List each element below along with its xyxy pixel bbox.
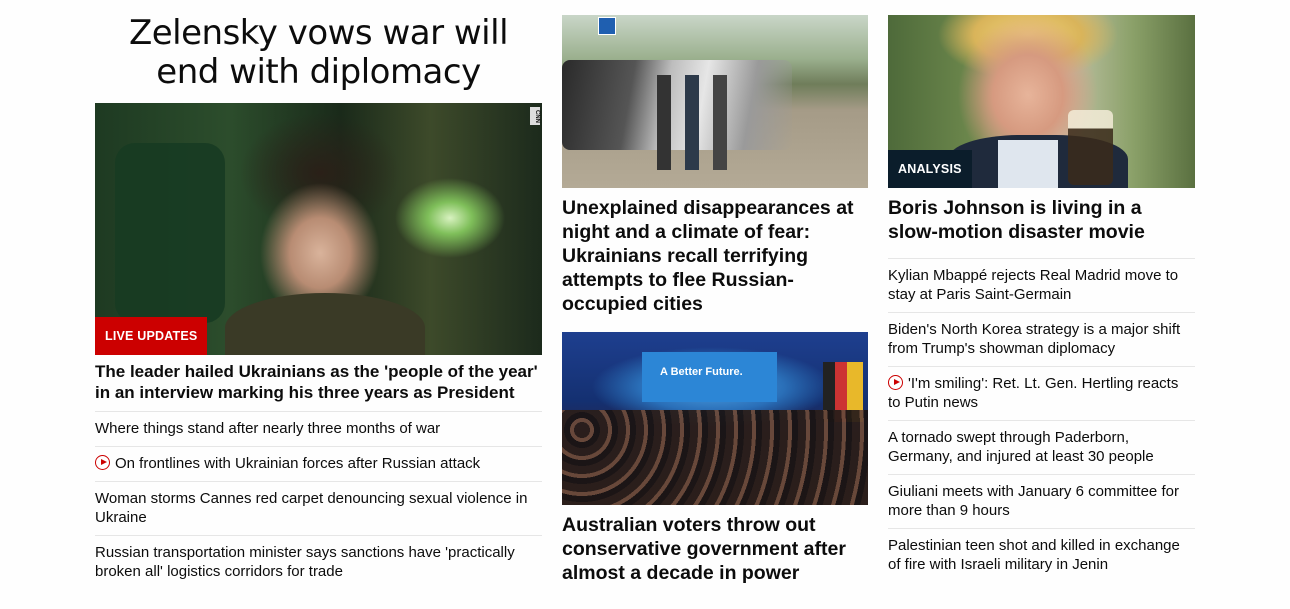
cnn-watermark: CNN (530, 107, 540, 125)
image-crowd-shape (562, 410, 868, 505)
related-link-text: Biden's North Korea strategy is a major … (888, 321, 1181, 357)
analysis-badge[interactable]: ANALYSIS (888, 150, 972, 188)
related-link-text: 'I'm smiling': Ret. Lt. Gen. Hertling re… (888, 375, 1179, 411)
main-headline[interactable]: Zelensky vows war will end with diplomac… (95, 14, 542, 102)
related-link-text: Kylian Mbappé rejects Real Madrid move t… (888, 267, 1179, 303)
related-link[interactable]: Palestinian teen shot and killed in exch… (888, 529, 1195, 582)
related-link[interactable]: Kylian Mbappé rejects Real Madrid move t… (888, 259, 1195, 313)
related-link-video[interactable]: 'I'm smiling': Ret. Lt. Gen. Hertling re… (888, 367, 1195, 421)
related-link[interactable]: Giuliani meets with January 6 committee … (888, 475, 1195, 529)
image-people-shape (657, 75, 727, 170)
rally-screen-text: A Better Future. (660, 366, 743, 378)
related-link[interactable]: Biden's North Korea strategy is a major … (888, 313, 1195, 367)
zelensky-image[interactable]: CNN LIVE UPDATES (95, 103, 542, 355)
related-link[interactable]: Russian transportation minister says san… (95, 536, 542, 589)
image-chair-shape (115, 143, 225, 323)
related-link-text: Palestinian teen shot and killed in exch… (888, 537, 1180, 573)
australia-story-title[interactable]: Australian voters throw out conservative… (562, 505, 868, 585)
related-link-text: On frontlines with Ukrainian forces afte… (115, 455, 481, 472)
image-road-sign-shape (598, 17, 616, 35)
main-lede[interactable]: The leader hailed Ukrainians as the 'peo… (95, 355, 542, 412)
live-updates-badge[interactable]: LIVE UPDATES (95, 317, 208, 355)
ukraine-story-title[interactable]: Unexplained disappearances at night and … (562, 188, 868, 316)
related-link-text: Woman storms Cannes red carpet denouncin… (95, 490, 528, 526)
related-link-text: Where things stand after nearly three mo… (95, 420, 441, 437)
main-related-links: Where things stand after nearly three mo… (95, 412, 542, 589)
main-story-column: Zelensky vows war will end with diplomac… (95, 0, 542, 589)
image-shirt-shape (998, 140, 1058, 188)
middle-column: Unexplained disappearances at night and … (562, 0, 868, 585)
boris-johnson-image[interactable]: ANALYSIS (888, 15, 1195, 188)
image-shirt-shape (225, 293, 425, 355)
right-column: ANALYSIS Boris Johnson is living in a sl… (888, 0, 1195, 582)
related-link-text: Russian transportation minister says san… (95, 544, 515, 580)
australia-rally-image[interactable]: A Better Future. (562, 332, 868, 505)
boris-story-title[interactable]: Boris Johnson is living in a slow-motion… (888, 188, 1195, 252)
play-icon (95, 455, 110, 470)
related-link[interactable]: A tornado swept through Paderborn, Germa… (888, 421, 1195, 475)
related-link-text: Giuliani meets with January 6 committee … (888, 483, 1179, 519)
ukraine-road-image[interactable] (562, 15, 868, 188)
play-icon (888, 375, 903, 390)
image-glass-shape (1068, 110, 1113, 185)
rally-screen: A Better Future. (642, 352, 777, 402)
related-link[interactable]: Woman storms Cannes red carpet denouncin… (95, 482, 542, 536)
right-related-links: Kylian Mbappé rejects Real Madrid move t… (888, 258, 1195, 582)
related-link[interactable]: Where things stand after nearly three mo… (95, 412, 542, 447)
related-link-text: A tornado swept through Paderborn, Germa… (888, 429, 1154, 465)
related-link-video[interactable]: On frontlines with Ukrainian forces afte… (95, 447, 542, 482)
